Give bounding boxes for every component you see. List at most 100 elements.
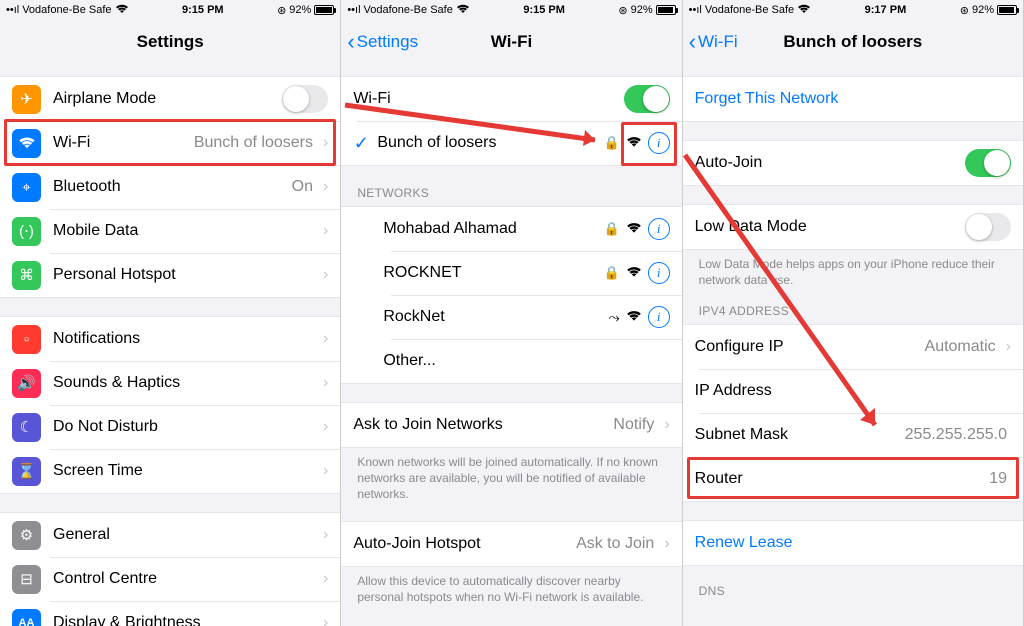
switch-icon: ⊟ <box>12 565 41 594</box>
lowdata-footer: Low Data Mode helps apps on your iPhone … <box>683 250 1023 288</box>
subnet-row: Subnet Mask 255.255.255.0 <box>683 413 1023 457</box>
signal-icon: ••ıl <box>689 4 702 16</box>
antenna-icon: (⋅) <box>12 217 41 246</box>
wifi-strength-icon <box>626 309 642 325</box>
ask-value: Notify <box>613 416 654 434</box>
network-detail-pane: ••ıl Vodafone-Be Safe 9:17 PM ⊛ 92% ‹Wi-… <box>683 0 1024 626</box>
lock-icon: 🔒 <box>603 135 619 151</box>
chevron-right-icon: › <box>323 134 328 152</box>
chevron-right-icon: › <box>323 526 328 544</box>
wifi-icon <box>797 4 811 17</box>
battery-percent: 92% <box>631 4 653 16</box>
back-button[interactable]: ‹Settings <box>347 31 418 53</box>
wifi-pane: ••ıl Vodafone-Be Safe 9:15 PM ⊛ 92% ‹Set… <box>341 0 682 626</box>
autojoin-row[interactable]: Auto-Join <box>683 141 1023 185</box>
chevron-right-icon: › <box>1006 338 1011 356</box>
page-title: Bunch of loosers <box>783 32 922 52</box>
status-bar: ••ıl Vodafone-Be Safe 9:15 PM ⊛ 92% <box>0 0 340 20</box>
page-title: Settings <box>137 32 204 52</box>
chevron-right-icon: › <box>323 178 328 196</box>
hotspot-icon: ⌘ <box>12 261 41 290</box>
network-row[interactable]: Mohabad Alhamad 🔒 i <box>341 207 681 251</box>
airplane-label: Airplane Mode <box>53 90 282 108</box>
notifications-label: Notifications <box>53 330 317 348</box>
autojoin-hotspot-row[interactable]: Auto-Join Hotspot Ask to Join › <box>341 522 681 566</box>
lowdata-row[interactable]: Low Data Mode <box>683 205 1023 249</box>
wifi-label: Wi-Fi <box>53 134 194 152</box>
other-network-row[interactable]: Other... <box>341 339 681 383</box>
wifi-toggle-label: Wi-Fi <box>353 90 623 108</box>
battery-icon <box>656 5 676 15</box>
airplane-mode-row[interactable]: ✈ Airplane Mode <box>0 77 340 121</box>
back-button[interactable]: ‹Wi-Fi <box>689 31 738 53</box>
dns-header: DNS <box>683 578 1023 604</box>
mobile-data-row[interactable]: (⋅) Mobile Data › <box>0 209 340 253</box>
configure-label: Configure IP <box>695 338 925 356</box>
wifi-toggle-row[interactable]: Wi-Fi <box>341 77 681 121</box>
ask-to-join-row[interactable]: Ask to Join Networks Notify › <box>341 403 681 447</box>
screentime-label: Screen Time <box>53 462 317 480</box>
info-button[interactable]: i <box>648 306 670 328</box>
sounds-row[interactable]: 🔊 Sounds & Haptics › <box>0 361 340 405</box>
display-label: Display & Brightness <box>53 614 317 626</box>
dnd-row[interactable]: ☾ Do Not Disturb › <box>0 405 340 449</box>
ip-address-row: IP Address <box>683 369 1023 413</box>
renew-lease-row[interactable]: Renew Lease <box>683 521 1023 565</box>
battery-percent: 92% <box>289 4 311 16</box>
lock-icon: 🔒 <box>603 265 619 281</box>
mobile-data-label: Mobile Data <box>53 222 317 240</box>
gear-icon: ⚙ <box>12 521 41 550</box>
controlcentre-row[interactable]: ⊟ Control Centre › <box>0 557 340 601</box>
lock-icon: 🔒 <box>603 221 619 237</box>
autojoin-value: Ask to Join <box>576 535 654 553</box>
dnd-label: Do Not Disturb <box>53 418 317 436</box>
ipv4-header: IPV4 ADDRESS <box>683 298 1023 324</box>
chevron-left-icon: ‹ <box>689 31 696 53</box>
bluetooth-value: On <box>292 178 313 196</box>
network-row[interactable]: RockNet ⤳i <box>341 295 681 339</box>
back-label: Settings <box>357 32 418 52</box>
router-row: Router 19 <box>683 457 1023 501</box>
configure-ip-row[interactable]: Configure IP Automatic › <box>683 325 1023 369</box>
subnet-label: Subnet Mask <box>695 426 905 444</box>
bluetooth-icon: ⌖ <box>12 173 41 202</box>
hotspot-network-icon: ⤳ <box>608 309 619 326</box>
screentime-row[interactable]: ⌛ Screen Time › <box>0 449 340 493</box>
battery-icon <box>997 5 1017 15</box>
chevron-right-icon: › <box>664 535 669 553</box>
info-button[interactable]: i <box>648 262 670 284</box>
connected-network-label: Bunch of loosers <box>377 134 597 152</box>
chevron-left-icon: ‹ <box>347 31 354 53</box>
speaker-icon: 🔊 <box>12 369 41 398</box>
general-row[interactable]: ⚙ General › <box>0 513 340 557</box>
alarm-icon: ⊛ <box>618 4 627 17</box>
display-row[interactable]: AA Display & Brightness › <box>0 601 340 626</box>
info-button[interactable]: i <box>648 218 670 240</box>
bluetooth-row[interactable]: ⌖ Bluetooth On › <box>0 165 340 209</box>
moon-icon: ☾ <box>12 413 41 442</box>
bluetooth-label: Bluetooth <box>53 178 292 196</box>
network-row[interactable]: ROCKNET 🔒 i <box>341 251 681 295</box>
lowdata-toggle[interactable] <box>965 213 1011 241</box>
wifi-strength-icon <box>626 221 642 237</box>
battery-percent: 92% <box>972 4 994 16</box>
signal-icon: ••ıl <box>6 4 19 16</box>
connected-network-row[interactable]: ✓ Bunch of loosers 🔒 i <box>341 121 681 165</box>
network-label: ROCKNET <box>383 264 597 282</box>
clock: 9:17 PM <box>865 4 907 16</box>
wifi-row[interactable]: Wi-Fi Bunch of loosers › <box>0 121 340 165</box>
network-label: Mohabad Alhamad <box>383 220 597 238</box>
other-label: Other... <box>383 352 669 370</box>
forget-network-row[interactable]: Forget This Network <box>683 77 1023 121</box>
hotspot-row[interactable]: ⌘ Personal Hotspot › <box>0 253 340 297</box>
autojoin-toggle[interactable] <box>965 149 1011 177</box>
wifi-toggle[interactable] <box>624 85 670 113</box>
checkmark-icon: ✓ <box>351 133 371 154</box>
nav-bar: ‹Wi-Fi Bunch of loosers <box>683 20 1023 64</box>
clock: 9:15 PM <box>523 4 565 16</box>
airplane-toggle[interactable] <box>282 85 328 113</box>
forget-label: Forget This Network <box>695 90 1011 108</box>
notifications-row[interactable]: ▫ Notifications › <box>0 317 340 361</box>
info-button[interactable]: i <box>648 132 670 154</box>
router-value: 19 <box>989 470 1007 488</box>
